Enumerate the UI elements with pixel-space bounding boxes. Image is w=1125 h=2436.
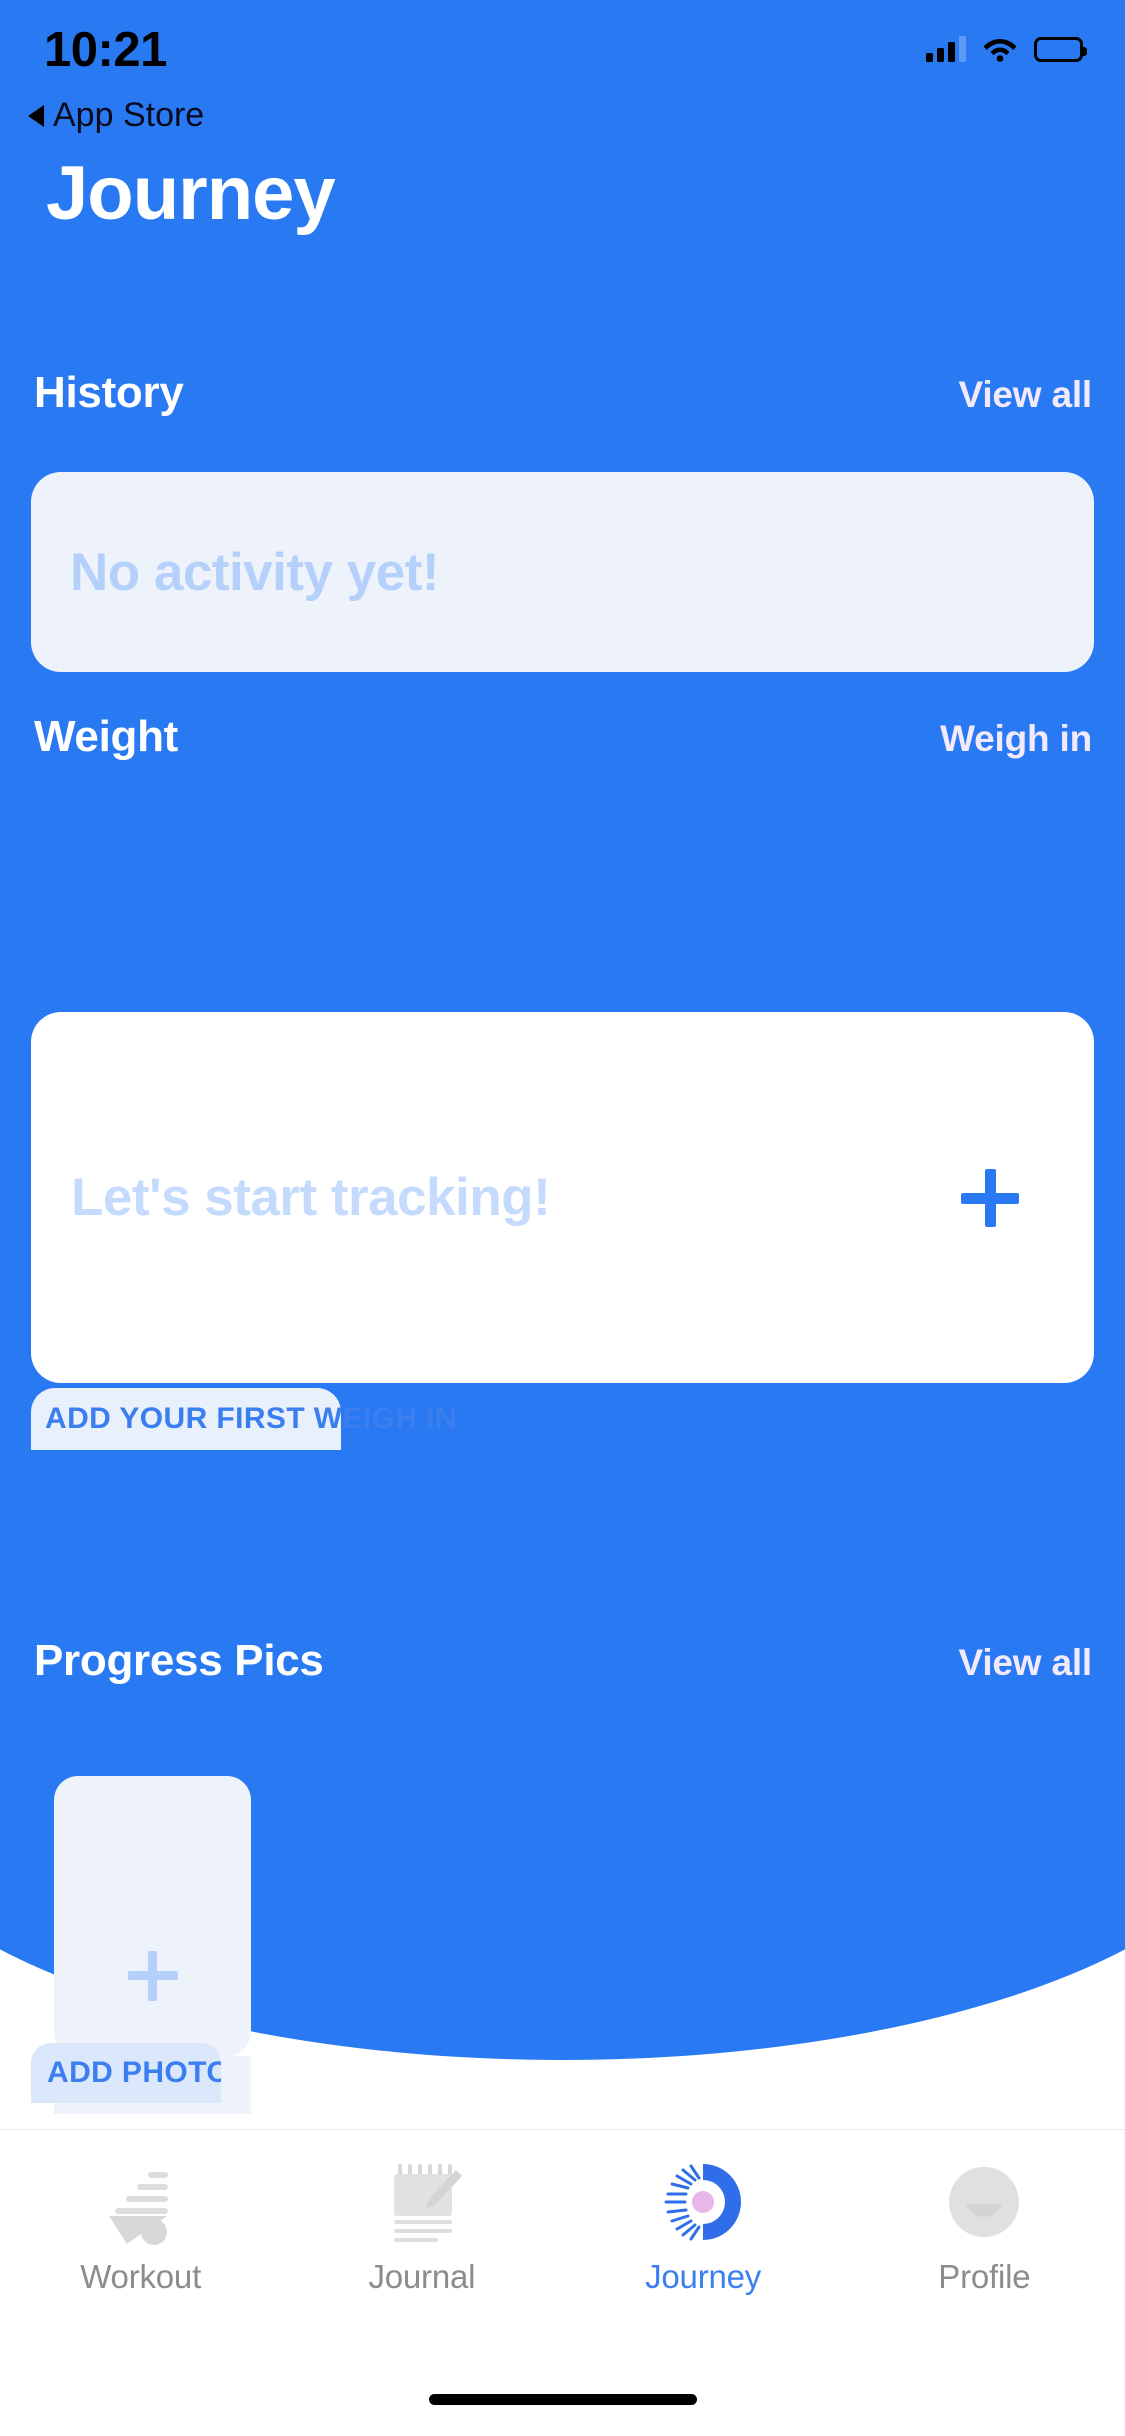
- weight-card[interactable]: Let's start tracking!: [31, 1012, 1094, 1383]
- history-section-title: History: [34, 368, 184, 417]
- page-title: Journey: [46, 151, 336, 236]
- battery-icon: [1034, 36, 1087, 62]
- tab-profile[interactable]: Profile: [844, 2130, 1125, 2296]
- weigh-in-link[interactable]: Weigh in: [940, 718, 1092, 760]
- cellular-signal-icon: [926, 36, 966, 62]
- tab-journal[interactable]: Journal: [281, 2130, 562, 2296]
- weight-card-content: Let's start tracking!: [31, 1012, 1094, 1383]
- tab-workout-label: Workout: [80, 2258, 202, 2295]
- progress-pics-section-title: Progress Pics: [34, 1636, 324, 1685]
- tab-journey-label: Journey: [645, 2258, 762, 2295]
- history-view-all-link[interactable]: View all: [959, 374, 1093, 416]
- bottom-tab-bar: Workout Journal Journey Profile: [0, 2129, 1125, 2436]
- plus-icon[interactable]: [961, 1168, 1019, 1227]
- add-photo-badge[interactable]: ADD PHOTO: [31, 2043, 221, 2103]
- tab-journal-label: Journal: [368, 2258, 476, 2295]
- plus-icon: [127, 1951, 178, 2001]
- add-first-weigh-in-label: ADD YOUR FIRST WEIGH IN: [45, 1402, 457, 1435]
- status-bar: 10:21: [0, 0, 1125, 95]
- app-screen: 10:21 App Store Journey History View all…: [0, 0, 1125, 2436]
- journey-sun-icon: [664, 2164, 742, 2241]
- back-triangle-icon: [28, 104, 44, 127]
- weight-empty-message: Let's start tracking!: [71, 1168, 551, 1227]
- workout-icon: [108, 2172, 168, 2245]
- journal-icon: [393, 2164, 462, 2242]
- add-first-weigh-in-badge[interactable]: ADD YOUR FIRST WEIGH IN: [31, 1388, 457, 1450]
- back-to-app-store-link[interactable]: App Store: [28, 96, 204, 135]
- history-card[interactable]: No activity yet!: [31, 472, 1094, 672]
- progress-pics-view-all-link[interactable]: View all: [959, 1642, 1093, 1684]
- history-section-header: History View all: [0, 368, 1125, 418]
- progress-pics-section-header: Progress Pics View all: [0, 1636, 1125, 1686]
- add-progress-photo-tile[interactable]: [54, 1776, 251, 2056]
- back-link-label: App Store: [53, 96, 205, 134]
- add-photo-label: ADD PHOTO: [47, 2056, 221, 2089]
- status-bar-time: 10:21: [44, 23, 167, 77]
- weight-section-header: Weight Weigh in: [0, 712, 1125, 762]
- wifi-icon: [983, 39, 1017, 62]
- tab-profile-label: Profile: [938, 2258, 1031, 2295]
- status-bar-icons: [926, 36, 1087, 62]
- tab-workout[interactable]: Workout: [0, 2130, 281, 2296]
- weight-section-title: Weight: [34, 712, 179, 761]
- history-empty-message: No activity yet!: [70, 542, 440, 602]
- profile-avatar-icon: [949, 2167, 1020, 2237]
- home-indicator: [428, 2394, 697, 2405]
- tab-journey[interactable]: Journey: [563, 2130, 844, 2296]
